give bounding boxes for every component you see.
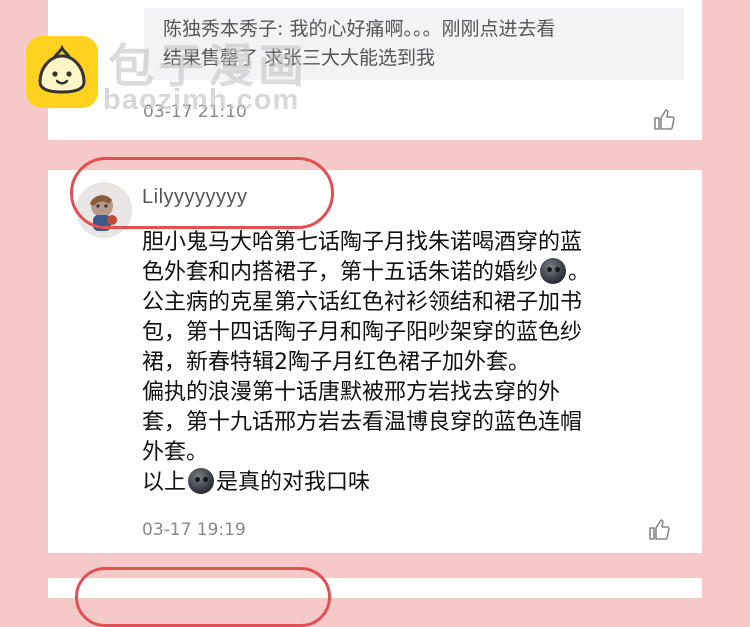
dark-moon-face-emoji-icon <box>188 468 215 494</box>
comment-line: 包，第十四话陶子月和陶子阳吵架穿的蓝色纱 <box>142 320 583 345</box>
comment-line: 偏执的浪漫第十话唐默被邢方岩找去穿的外 <box>142 380 561 405</box>
comment-line: 套，第十九话邢方岩去看温博良穿的蓝色连帽 <box>142 410 583 435</box>
comment-line: 色外套和内搭裙子，第十五话朱诺的婚纱。 <box>142 258 591 285</box>
comment-body: 胆小鬼马大哈第七话陶子月找朱诺喝酒穿的蓝 色外套和内搭裙子，第十五话朱诺的婚纱。… <box>142 228 672 498</box>
watermark-site-text: baozimh.com <box>103 84 300 116</box>
highlight-circle-annotation <box>75 567 331 627</box>
comment-line: 外套。 <box>142 440 209 465</box>
dark-moon-face-emoji-icon <box>540 258 567 284</box>
thumbs-up-icon[interactable] <box>647 518 671 542</box>
comment-line: 裙，新春特辑2陶子月红色裙子加外套。 <box>142 350 530 375</box>
comment-line: 公主病的克星第六话红色衬衫领结和裙子加书 <box>142 290 583 315</box>
comment-line: 以上 是真的对我口味 <box>142 468 371 495</box>
thumbs-up-icon[interactable] <box>652 108 676 132</box>
comment-timestamp: 03-17 19:19 <box>142 520 246 540</box>
watermark-bun-logo <box>26 36 98 108</box>
highlight-circle-annotation <box>70 157 334 229</box>
comment-line: 胆小鬼马大哈第七话陶子月找朱诺喝酒穿的蓝 <box>142 230 583 255</box>
